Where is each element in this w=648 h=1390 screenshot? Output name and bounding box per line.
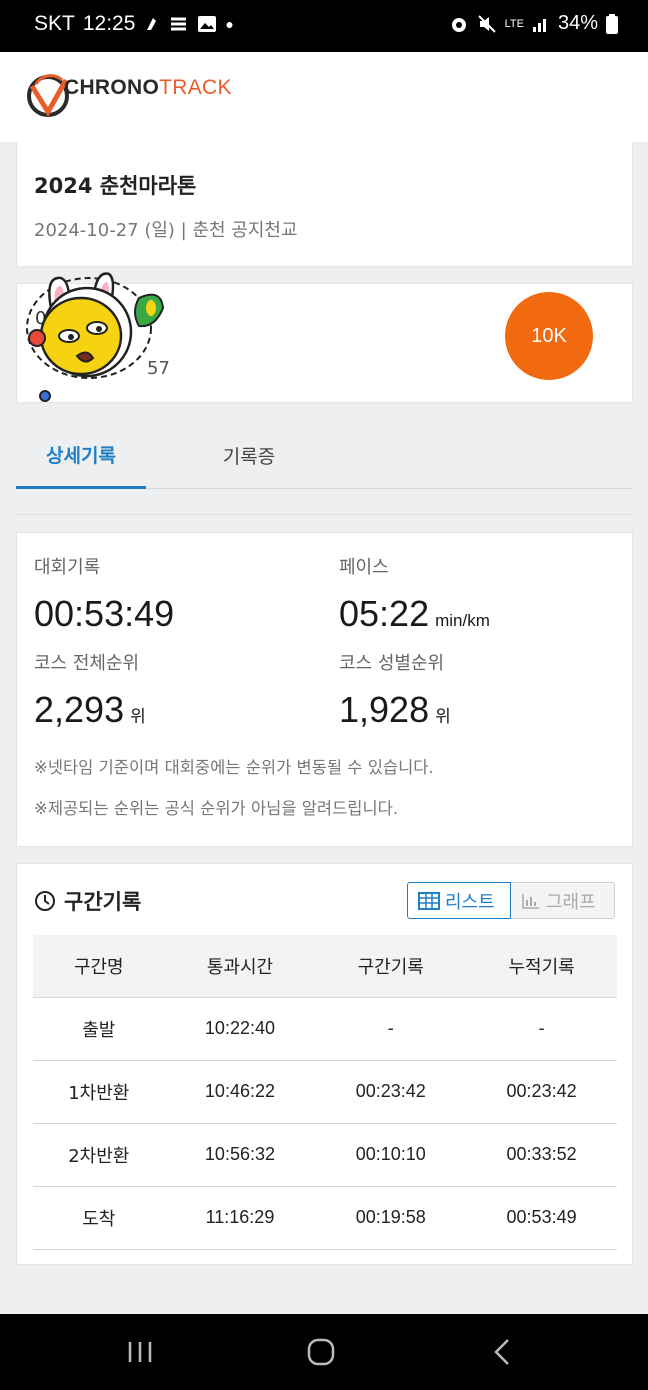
network-label: LTE <box>504 17 524 30</box>
back-icon[interactable] <box>484 1336 524 1368</box>
gallery-icon <box>198 16 217 32</box>
gender-rank-value: 1,928 <box>339 689 430 730</box>
app-header: CHRONOTRACK <box>0 52 648 142</box>
event-title: 2024 춘천마라톤 <box>34 174 197 198</box>
table-row: 2차반환 10:56:32 00:10:10 00:33:52 <box>33 1123 617 1187</box>
split-table: 구간명 통과시간 구간기록 누적기록 출발 10:22:40 - - 1차반환 … <box>33 935 617 1250</box>
mute-icon <box>477 14 496 33</box>
clock-icon <box>35 891 55 911</box>
character-sticker-icon <box>26 272 165 402</box>
pace-value-group: 05:22 min/km <box>339 593 490 635</box>
pass-time: 11:16:29 <box>164 1186 316 1250</box>
cumulative-time: 00:33:52 <box>466 1123 617 1187</box>
table-row: 출발 10:22:40 - - <box>33 997 617 1061</box>
runner-card: 0 57 10K <box>16 272 633 403</box>
split-name: 출발 <box>33 997 165 1061</box>
finish-time-value: 00:53:49 <box>34 593 175 634</box>
notification-icon <box>147 18 157 30</box>
gender-rank-group: 1,928 위 <box>339 689 451 731</box>
pace-value: 05:22 <box>339 593 430 634</box>
rank-unit: 위 <box>435 707 451 726</box>
event-card: 2024 춘천마라톤 2024-10-27 (일) | 춘천 공지천교 <box>16 142 633 267</box>
overall-rank-group: 2,293 위 <box>34 689 146 731</box>
split-name: 2차반환 <box>33 1123 165 1187</box>
unofficial-rank-notice: ※제공되는 순위는 공식 순위가 아님을 알려드립니다. <box>34 799 399 818</box>
course-badge: 10K <box>505 292 593 380</box>
tab-detail-record[interactable]: 상세기록 <box>16 423 146 489</box>
alarm-icon <box>451 17 466 32</box>
bar-chart-icon <box>522 893 539 909</box>
view-toggle: 리스트 그래프 <box>407 882 615 919</box>
pace-unit: min/km <box>435 611 490 630</box>
carrier-label: SKT <box>34 12 75 35</box>
column-header: 구간기록 <box>315 935 467 998</box>
split-time: 00:19:58 <box>315 1186 467 1250</box>
column-header: 구간명 <box>33 935 165 998</box>
gender-rank-label: 코스 성별순위 <box>339 653 445 674</box>
rank-unit: 위 <box>130 707 146 726</box>
logo-wordmark: CHRONOTRACK <box>64 76 232 99</box>
notification-icon <box>171 17 187 31</box>
cumulative-time: - <box>466 997 617 1061</box>
pace-label: 페이스 <box>339 557 389 578</box>
split-time: 00:23:42 <box>315 1060 467 1124</box>
split-time: - <box>315 997 467 1061</box>
status-bar: SKT 12:25 ● LTE 34% <box>0 0 648 52</box>
system-nav-bar <box>0 1314 648 1390</box>
record-summary-card: 대회기록 00:53:49 페이스 05:22 min/km 코스 전체순위 2,… <box>16 532 633 847</box>
split-title: 구간기록 <box>34 886 141 916</box>
tab-certificate[interactable]: 기록증 <box>184 423 314 487</box>
table-row: 1차반환 10:46:22 00:23:42 00:23:42 <box>33 1060 617 1124</box>
table-icon <box>418 891 440 910</box>
column-header: 누적기록 <box>466 935 617 998</box>
pass-time: 10:56:32 <box>164 1123 316 1187</box>
graph-view-button[interactable]: 그래프 <box>511 882 615 919</box>
clock-time: 12:25 <box>82 12 136 35</box>
pass-time: 10:22:40 <box>164 997 316 1061</box>
list-view-button[interactable]: 리스트 <box>407 882 511 919</box>
finish-time-label: 대회기록 <box>34 557 101 578</box>
battery-label: 34% <box>557 12 598 34</box>
event-date-location: 2024-10-27 (일) | 춘천 공지천교 <box>34 220 298 241</box>
dot-indicator: ● <box>225 16 234 32</box>
table-header-row: 구간명 통과시간 구간기록 누적기록 <box>33 935 617 998</box>
recent-apps-icon[interactable] <box>120 1336 160 1368</box>
split-records-card: 구간기록 리스트 그래프 구간명 통과시간 구간기록 누적기록 출발 10:22… <box>16 863 633 1265</box>
pass-time: 10:46:22 <box>164 1060 316 1124</box>
cumulative-time: 00:23:42 <box>466 1060 617 1124</box>
home-icon[interactable] <box>301 1336 341 1368</box>
table-row: 도착 11:16:29 00:19:58 00:53:49 <box>33 1186 617 1250</box>
tab-bar: 상세기록 기록증 <box>16 423 633 489</box>
battery-icon <box>606 13 618 34</box>
split-title-text: 구간기록 <box>64 890 142 914</box>
net-time-notice: ※넷타임 기준이며 대회중에는 순위가 변동될 수 있습니다. <box>34 758 434 777</box>
divider <box>16 514 633 515</box>
split-name: 도착 <box>33 1186 165 1250</box>
split-time: 00:10:10 <box>315 1123 467 1187</box>
column-header: 통과시간 <box>164 935 316 998</box>
overall-rank-value: 2,293 <box>34 689 125 730</box>
overall-rank-label: 코스 전체순위 <box>34 653 140 674</box>
split-name: 1차반환 <box>33 1060 165 1124</box>
cumulative-time: 00:53:49 <box>466 1186 617 1250</box>
signal-icon <box>532 18 546 32</box>
